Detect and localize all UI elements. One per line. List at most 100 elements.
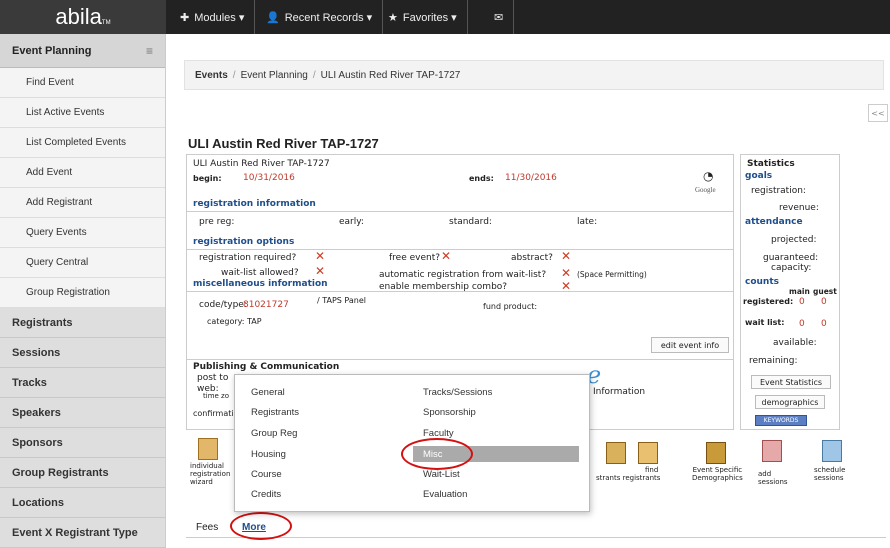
menu-item-registrants[interactable]: Registrants: [251, 407, 299, 418]
begin-date: 10/31/2016: [243, 173, 295, 183]
post-to-label: post to: [197, 373, 229, 383]
remaining-label: remaining:: [749, 356, 798, 366]
schedule-sessions-label[interactable]: schedule sessions: [814, 466, 845, 482]
breadcrumb-separator: /: [312, 69, 316, 81]
envelope-icon: ✉: [494, 11, 504, 24]
registration-required-x-icon: ✕: [315, 249, 326, 263]
sidebar-item-find-event[interactable]: Find Event: [0, 68, 165, 98]
breadcrumb-events[interactable]: Events: [195, 70, 228, 81]
menu-item-course[interactable]: Course: [251, 469, 282, 480]
menu-item-evaluation[interactable]: Evaluation: [423, 489, 467, 500]
collapse-panel-button[interactable]: <<: [868, 104, 888, 122]
sidebar-header-event-planning[interactable]: Event Planning ≡: [0, 34, 165, 68]
recent-records-label: Recent Records ▾: [284, 11, 373, 24]
registered-guest-count: 0: [821, 297, 827, 307]
sidebar-section-label: Tracks: [12, 376, 47, 389]
category-label: category: TAP: [207, 317, 262, 326]
menu-item-credits[interactable]: Credits: [251, 489, 281, 500]
sidebar-item-label: Group Registration: [26, 287, 110, 298]
user-icon: 👤: [266, 11, 280, 24]
standard-label: standard:: [449, 217, 492, 227]
sidebar-section-speakers[interactable]: Speakers: [0, 398, 165, 428]
divider: [187, 359, 733, 360]
misc-information-header: miscellaneous information: [193, 279, 328, 289]
late-label: late:: [577, 217, 598, 227]
favorites-label: Favorites ▾: [402, 11, 457, 24]
capacity-label: capacity:: [771, 263, 812, 273]
registrants-icon[interactable]: [606, 442, 626, 464]
ends-date: 11/30/2016: [505, 173, 557, 183]
tab-fees[interactable]: Fees: [186, 516, 228, 538]
registration-wizard-icon[interactable]: [198, 438, 218, 460]
auto-registration-x-icon: ✕: [561, 266, 572, 280]
menu-item-sponsorship[interactable]: Sponsorship: [423, 407, 476, 418]
registration-information-header: registration information: [193, 199, 316, 209]
edit-event-info-button[interactable]: edit event info: [651, 337, 729, 353]
favorites-menu[interactable]: ★ Favorites ▾: [378, 0, 468, 34]
event-type: / TAPS Panel: [317, 296, 367, 305]
sidebar-header-label: Event Planning: [12, 44, 92, 57]
add-sessions-label[interactable]: add sessions: [758, 470, 788, 486]
divider: [187, 291, 733, 292]
mail-button[interactable]: ✉: [484, 0, 515, 34]
information-label: Information: [593, 387, 646, 397]
menu-item-wait-list[interactable]: Wait-List: [423, 469, 460, 480]
menu-item-general[interactable]: General: [251, 387, 285, 398]
registered-label: registered:: [743, 297, 794, 306]
schedule-sessions-icon[interactable]: [822, 440, 842, 462]
menu-item-housing[interactable]: Housing: [251, 449, 286, 460]
publishing-header: Publishing & Communication: [193, 362, 340, 372]
sidebar-section-sponsors[interactable]: Sponsors: [0, 428, 165, 458]
sidebar-item-label: Add Event: [26, 167, 73, 178]
menu-item-tracks-sessions[interactable]: Tracks/Sessions: [423, 387, 492, 398]
modules-menu[interactable]: ✚ Modules ▾: [170, 0, 256, 34]
sidebar-item-label: Add Registrant: [26, 197, 93, 208]
demographics-icon[interactable]: [706, 442, 726, 464]
registrants-label[interactable]: strants registrants: [596, 474, 660, 482]
sidebar-section-label: Speakers: [12, 406, 61, 419]
sidebar-item-add-event[interactable]: Add Event: [0, 158, 165, 188]
waitlist-allowed-x-icon: ✕: [315, 264, 326, 278]
sidebar-section-sessions[interactable]: Sessions: [0, 338, 165, 368]
breadcrumb-separator: /: [232, 69, 236, 81]
sidebar-item-label: Query Events: [26, 227, 87, 238]
statistics-title: Statistics: [747, 159, 795, 169]
sidebar-section-tracks[interactable]: Tracks: [0, 368, 165, 398]
demographics-button[interactable]: demographics: [755, 395, 825, 409]
guaranteed-label: guaranteed:: [763, 253, 819, 263]
counts-header: counts: [745, 277, 779, 287]
fund-product-label: fund product:: [483, 302, 538, 311]
individual-registration-wizard-label[interactable]: individual registration wizard: [190, 462, 230, 486]
add-sessions-icon[interactable]: [762, 440, 782, 462]
sidebar-item-add-registrant[interactable]: Add Registrant: [0, 188, 165, 218]
abila-logo[interactable]: abila TM: [0, 0, 166, 34]
sidebar-item-list-completed-events[interactable]: List Completed Events: [0, 128, 165, 158]
google-logo[interactable]: Google: [695, 186, 716, 194]
confirmation-label: confirmatio: [193, 409, 239, 418]
sidebar-item-query-events[interactable]: Query Events: [0, 218, 165, 248]
globe-icon[interactable]: ◔: [703, 169, 713, 183]
hamburger-icon[interactable]: ≡: [146, 44, 153, 58]
annotation-circle-more: [230, 512, 292, 540]
breadcrumb-event-planning[interactable]: Event Planning: [241, 70, 308, 81]
event-specific-demographics-label[interactable]: Event Specific Demographics: [692, 466, 743, 482]
menu-item-group-reg[interactable]: Group Reg: [251, 428, 297, 439]
sidebar-section-event-x-registrant-type[interactable]: Event X Registrant Type: [0, 518, 165, 548]
keywords-button[interactable]: KEYWORDS: [755, 415, 807, 426]
goal-revenue-label: revenue:: [779, 203, 819, 213]
recent-records-menu[interactable]: 👤 Recent Records ▾: [256, 0, 384, 34]
sidebar-item-query-central[interactable]: Query Central: [0, 248, 165, 278]
top-navbar: abila TM ✚ Modules ▾ 👤 Recent Records ▾ …: [0, 0, 890, 34]
find-registrants-icon[interactable]: [638, 442, 658, 464]
sidebar-item-group-registration[interactable]: Group Registration: [0, 278, 165, 308]
event-statistics-button[interactable]: Event Statistics: [751, 375, 831, 389]
sidebar-section-locations[interactable]: Locations: [0, 488, 165, 518]
time-zone-label: time zo: [203, 392, 229, 400]
puzzle-icon: ✚: [180, 11, 190, 24]
sidebar-item-list-active-events[interactable]: List Active Events: [0, 98, 165, 128]
event-name: ULI Austin Red River TAP-1727: [193, 159, 330, 169]
available-label: available:: [773, 338, 817, 348]
modules-label: Modules ▾: [194, 11, 245, 24]
sidebar-section-group-registrants[interactable]: Group Registrants: [0, 458, 165, 488]
sidebar-section-registrants[interactable]: Registrants: [0, 308, 165, 338]
